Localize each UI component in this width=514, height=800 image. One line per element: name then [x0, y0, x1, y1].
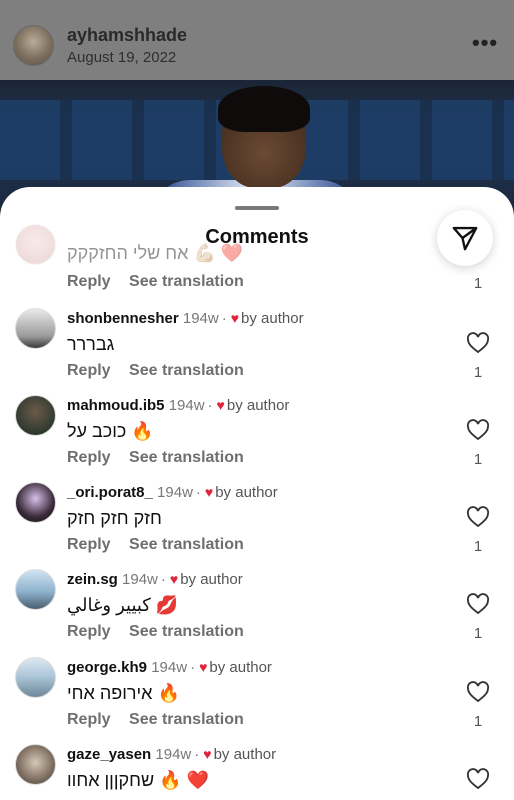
commenter-avatar[interactable]	[15, 482, 56, 523]
comment-row: mahmoud.ib5 194w · ♥ by author כוכב על 🔥 Re…	[0, 395, 514, 481]
reply-button[interactable]: Reply	[67, 449, 111, 466]
heart-outline-icon[interactable]	[466, 419, 490, 441]
comment-actions: Reply See translation	[67, 711, 244, 729]
comment-username[interactable]: shonbennesher	[67, 310, 179, 327]
comment-text: כוכב על 🔥	[67, 421, 154, 441]
see-translation-button[interactable]: See translation	[129, 711, 244, 728]
liked-by-author: by author	[213, 746, 277, 763]
commenter-avatar[interactable]	[15, 744, 56, 785]
post-date: August 19, 2022	[67, 49, 177, 66]
comment-time: 194w	[168, 397, 205, 414]
comment-time: 194w	[122, 571, 158, 588]
reply-button[interactable]: Reply	[67, 623, 111, 640]
comment-username[interactable]: gaze_yasen	[67, 746, 151, 763]
author-liked-heart-icon: ♥	[216, 397, 225, 413]
comment-row: zein.sg 194w · ♥ by author كبيير وغالي 💋 Re…	[0, 569, 514, 655]
comment-text: שחקןןן אחוו 🔥 ❤️	[67, 770, 209, 790]
author-liked-heart-icon: ♥	[199, 659, 208, 675]
liked-by-author: by author	[215, 484, 278, 501]
heart-outline-icon[interactable]	[466, 506, 490, 528]
see-translation-button[interactable]: See translation	[129, 623, 244, 640]
comment-time: 194w	[155, 746, 192, 763]
comment-header: zein.sg 194w · ♥ by author	[67, 571, 243, 588]
author-liked-heart-icon: ♥	[203, 746, 212, 762]
commenter-avatar[interactable]	[15, 569, 56, 610]
author-liked-heart-icon: ♥	[204, 484, 214, 500]
commenter-avatar[interactable]	[15, 657, 56, 698]
comments-sheet: אח שלי החזקקק 💪🏼 ❤️ Reply See translatio…	[0, 187, 514, 800]
liked-by-author: by author	[241, 310, 304, 327]
liked-by-author: by author	[180, 571, 243, 588]
see-translation-button[interactable]: See translation	[129, 362, 244, 379]
post-author-avatar[interactable]	[13, 25, 54, 66]
comment-actions: Reply See translation	[67, 449, 244, 467]
comment-header: shonbennesher 194w · ♥ by author	[67, 310, 304, 327]
like-count: 1	[473, 538, 483, 555]
comment-text: كبيير وغالي 💋	[67, 595, 179, 615]
comment-header: george.kh9 194w · ♥ by author	[67, 659, 272, 676]
like-count: 1	[473, 275, 483, 292]
comment-username[interactable]: mahmoud.ib5	[67, 397, 165, 414]
like-count: 1	[473, 625, 483, 642]
see-translation-button[interactable]: See translation	[129, 449, 244, 466]
see-translation-button[interactable]: See translation	[129, 273, 244, 290]
comment-username[interactable]: george.kh9	[67, 659, 147, 676]
heart-outline-icon[interactable]	[466, 768, 490, 790]
liked-by-author: by author	[226, 397, 290, 414]
comment-row: gaze_yasen 194w · ♥ by author שחקןןן אחוו 🔥…	[0, 744, 514, 800]
comment-text: חזק חזק חזק	[67, 508, 162, 528]
post-header: ayhamshhade August 19, 2022 •••	[0, 0, 514, 80]
comment-time: 194w	[151, 659, 188, 676]
comment-header: mahmoud.ib5 194w · ♥ by author	[67, 397, 290, 414]
heart-outline-icon[interactable]	[466, 681, 490, 703]
like-count: 1	[473, 451, 483, 468]
comment-actions: Reply See translation	[67, 623, 244, 641]
player-hair	[218, 86, 310, 132]
reply-button[interactable]: Reply	[67, 362, 111, 379]
see-translation-button[interactable]: See translation	[129, 536, 244, 553]
comment-time: 194w	[157, 484, 193, 501]
like-count: 1	[473, 713, 483, 730]
comment-time: 194w	[182, 310, 219, 327]
like-count: 1	[473, 364, 483, 381]
author-liked-heart-icon: ♥	[169, 571, 179, 587]
comment-actions: Reply See translation	[67, 362, 244, 380]
heart-outline-icon[interactable]	[466, 593, 490, 615]
reply-button[interactable]: Reply	[67, 711, 111, 728]
commenter-avatar[interactable]	[15, 395, 56, 436]
reply-button[interactable]: Reply	[67, 536, 111, 553]
reply-button[interactable]: Reply	[67, 273, 111, 290]
more-horizontal-icon[interactable]: •••	[472, 30, 498, 56]
comment-header: gaze_yasen 194w · ♥ by author	[67, 746, 277, 763]
comment-row: george.kh9 194w · ♥ by author אירופה אחי 🔥 …	[0, 657, 514, 743]
send-paper-plane-icon[interactable]	[437, 210, 493, 266]
comment-text: גבררר	[67, 334, 115, 354]
heart-outline-icon[interactable]	[466, 332, 490, 354]
comment-row: shonbennesher 194w · ♥ by author גבררר Repl…	[0, 308, 514, 394]
author-liked-heart-icon: ♥	[230, 310, 240, 326]
comment-header: _ori.porat8_ 194w · ♥ by author	[67, 484, 278, 501]
comment-text: אירופה אחי 🔥	[67, 683, 180, 703]
comment-username[interactable]: _ori.porat8_	[67, 484, 153, 501]
comment-username[interactable]: zein.sg	[67, 571, 118, 588]
liked-by-author: by author	[209, 659, 272, 676]
post-username[interactable]: ayhamshhade	[67, 25, 187, 46]
comment-row: _ori.porat8_ 194w · ♥ by author חזק חזק חזק…	[0, 482, 514, 568]
commenter-avatar[interactable]	[15, 308, 56, 349]
comment-actions: Reply See translation	[67, 536, 244, 554]
sheet-grabber[interactable]	[235, 206, 279, 210]
comment-actions: Reply See translation	[67, 273, 244, 291]
